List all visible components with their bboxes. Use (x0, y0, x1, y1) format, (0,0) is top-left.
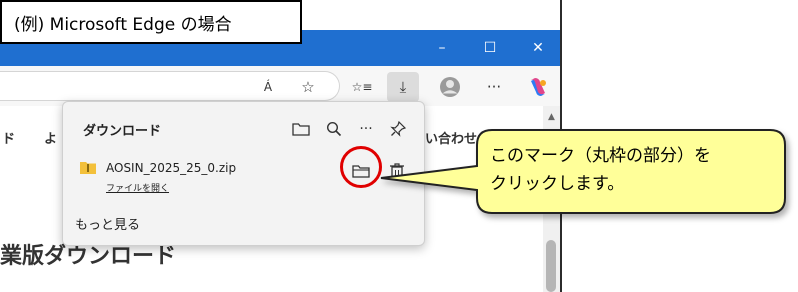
callout-text: このマーク（丸枠の部分）を クリックします。 (490, 142, 782, 198)
callout-line-1: このマーク（丸枠の部分）を (490, 146, 711, 166)
callout-line-2: クリックします。 (490, 174, 625, 194)
